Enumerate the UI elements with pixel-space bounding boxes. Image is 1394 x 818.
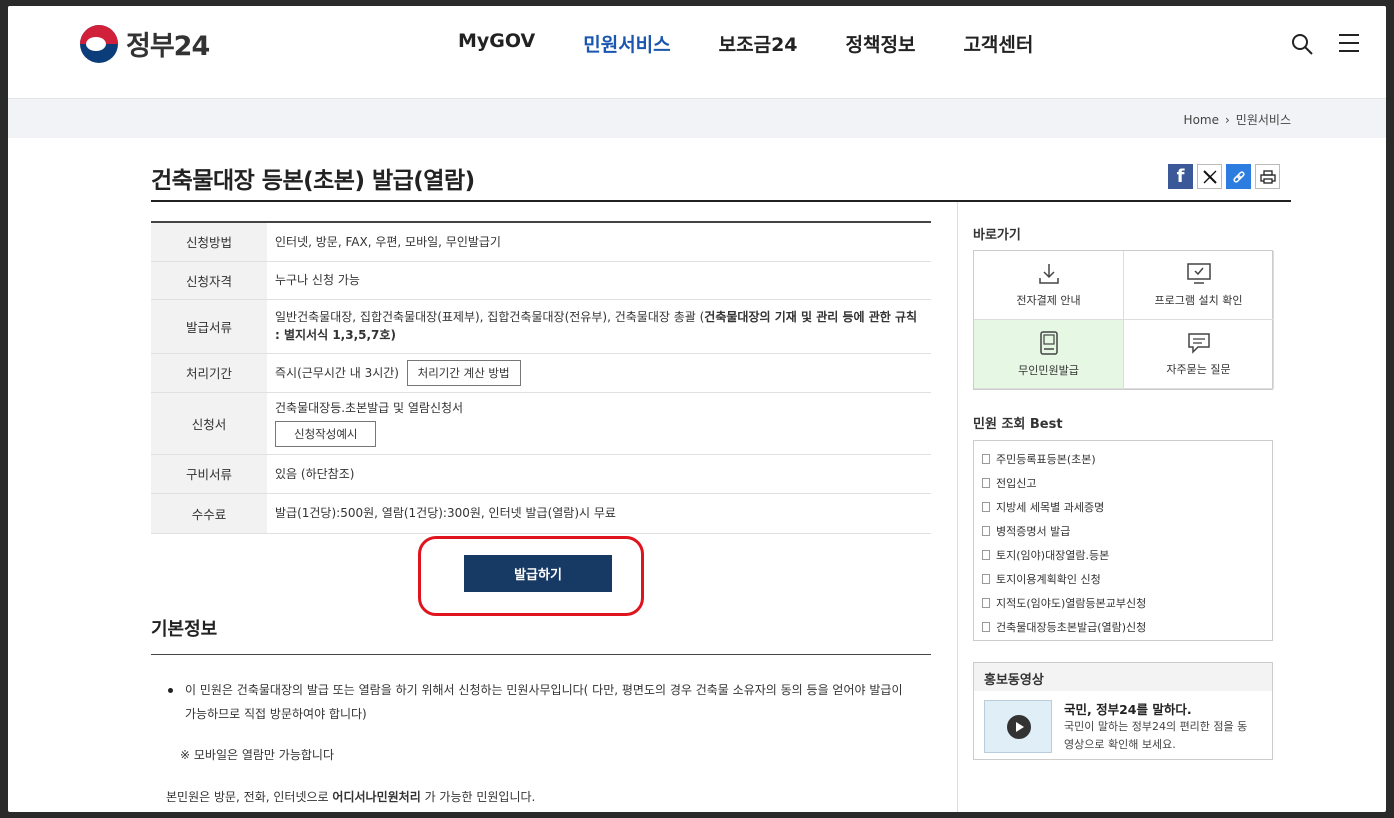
row-value: 일반건축물대장, 집합건축물대장(표제부), 집합건축물대장(전유부), 건축물… bbox=[267, 299, 931, 354]
row-label: 수수료 bbox=[151, 493, 267, 534]
page-title: 건축물대장 등본(초본) 발급(열람) bbox=[151, 168, 475, 194]
monitor-check-icon bbox=[1186, 263, 1211, 284]
row-value: 건축물대장등.초본발급 및 열람신청서 신청작성예시 bbox=[267, 392, 931, 455]
breadcrumb-current[interactable]: 민원서비스 bbox=[1236, 111, 1291, 128]
list-item[interactable]: 지적도(임야도)열람등본교부신청 bbox=[982, 591, 1264, 615]
processing-time-calc-button[interactable]: 처리기간 계산 방법 bbox=[406, 359, 521, 386]
row-label: 신청방법 bbox=[151, 222, 267, 262]
promo-description: 국민이 말하는 정부24의 편리한 점을 동영상으로 확인해 보세요. bbox=[1064, 720, 1248, 751]
site-logo[interactable]: 정부24 bbox=[80, 24, 210, 63]
quick-links-grid: 전자결제 안내 프로그램 설치 확인 무인민원발급 자주묻는 질문 bbox=[973, 250, 1274, 390]
issue-button[interactable]: 발급하기 bbox=[464, 555, 612, 592]
hamburger-menu-icon[interactable] bbox=[1338, 32, 1360, 54]
anywhere-note: 본민원은 방문, 전화, 인터넷으로 어디서나민원처리 가 가능한 민원입니다. bbox=[166, 790, 536, 804]
row-label: 처리기간 bbox=[151, 353, 267, 393]
list-item[interactable]: 토지(임야)대장열람.등본 bbox=[982, 543, 1264, 567]
list-item: 이 민원은 건축물대장의 발급 또는 열람을 하기 위해서 신청하는 민원사무입… bbox=[168, 678, 913, 726]
table-row: 신청서 건축물대장등.초본발급 및 열람신청서 신청작성예시 bbox=[151, 392, 931, 455]
list-item[interactable]: 지방세 세목별 과세증명 bbox=[982, 495, 1264, 519]
nav-customer-center[interactable]: 고객센터 bbox=[963, 30, 1033, 57]
quick-link-program[interactable]: 프로그램 설치 확인 bbox=[1124, 251, 1274, 320]
play-icon[interactable] bbox=[1007, 715, 1031, 739]
table-row: 처리기간 즉시(근무시간 내 3시간) 처리기간 계산 방법 bbox=[151, 353, 931, 393]
link-icon[interactable] bbox=[1226, 164, 1251, 189]
row-value: 즉시(근무시간 내 3시간) 처리기간 계산 방법 bbox=[267, 353, 931, 393]
sidebar-divider bbox=[957, 202, 958, 812]
table-row: 신청자격 누구나 신청 가능 bbox=[151, 261, 931, 300]
service-info-table: 신청방법 인터넷, 방문, FAX, 우편, 모바일, 무인발급기 신청자격 누… bbox=[151, 221, 931, 534]
quick-links-title: 바로가기 bbox=[973, 228, 1021, 243]
basic-info-title: 기본정보 bbox=[151, 619, 218, 640]
kiosk-icon bbox=[1039, 331, 1058, 355]
table-row: 수수료 발급(1건당):500원, 열람(1건당):300원, 인터넷 발급(열… bbox=[151, 493, 931, 534]
list-item[interactable]: 전입신고 bbox=[982, 471, 1264, 495]
chat-bubble-icon bbox=[1187, 333, 1210, 354]
row-value: 인터넷, 방문, FAX, 우편, 모바일, 무인발급기 bbox=[267, 222, 931, 262]
best-list: 주민등록표등본(초본) 전입신고 지방세 세목별 과세증명 병적증명서 발급 토… bbox=[973, 440, 1273, 641]
row-label: 구비서류 bbox=[151, 454, 267, 494]
breadcrumb-bar: Home › 민원서비스 bbox=[8, 98, 1386, 138]
title-divider bbox=[151, 200, 1291, 202]
nav-subsidy[interactable]: 보조금24 bbox=[719, 30, 798, 57]
document-icon bbox=[982, 454, 990, 464]
document-icon bbox=[982, 550, 990, 560]
document-icon bbox=[982, 478, 990, 488]
breadcrumb-home[interactable]: Home bbox=[1184, 113, 1219, 127]
share-toolbar: f bbox=[1168, 164, 1280, 189]
list-item[interactable]: 병적증명서 발급 bbox=[982, 519, 1264, 543]
promo-title: 홍보동영상 bbox=[974, 663, 1272, 691]
document-icon bbox=[982, 598, 990, 608]
basic-info-list: 이 민원은 건축물대장의 발급 또는 열람을 하기 위해서 신청하는 민원사무입… bbox=[168, 678, 913, 726]
application-example-button[interactable]: 신청작성예시 bbox=[275, 421, 377, 447]
browser-frame: 정부24 MyGOV 민원서비스 보조금24 정책정보 고객센터 Home › … bbox=[8, 6, 1386, 812]
row-label: 신청자격 bbox=[151, 261, 267, 300]
logo-text: 정부24 bbox=[126, 31, 210, 62]
list-item[interactable]: 주민등록표등본(초본) bbox=[982, 447, 1264, 471]
mobile-note: ※ 모바일은 열람만 가능합니다 bbox=[180, 748, 334, 762]
taegeuk-logo-icon bbox=[80, 24, 118, 63]
promo-video-box: 홍보동영상 국민, 정부24를 말하다. 국민이 말하는 정부24의 편리한 점… bbox=[973, 662, 1273, 760]
document-icon bbox=[982, 622, 990, 632]
list-item[interactable]: 건축물대장등초본발급(열람)신청 bbox=[982, 615, 1264, 639]
video-thumbnail[interactable] bbox=[984, 700, 1052, 753]
promo-headline[interactable]: 국민, 정부24를 말하다. bbox=[1064, 699, 1192, 718]
table-row: 신청방법 인터넷, 방문, FAX, 우편, 모바일, 무인발급기 bbox=[151, 222, 931, 262]
search-icon[interactable] bbox=[1290, 32, 1314, 56]
quick-link-kiosk[interactable]: 무인민원발급 bbox=[974, 320, 1124, 389]
best-title: 민원 조회 Best bbox=[973, 417, 1063, 432]
basic-info-divider bbox=[151, 654, 931, 655]
document-icon bbox=[982, 526, 990, 536]
nav-mygov[interactable]: MyGOV bbox=[458, 30, 535, 57]
table-row: 구비서류 있음 (하단참조) bbox=[151, 454, 931, 494]
global-header: 정부24 MyGOV 민원서비스 보조금24 정책정보 고객센터 bbox=[8, 6, 1386, 98]
quick-link-faq[interactable]: 자주묻는 질문 bbox=[1124, 320, 1274, 389]
nav-policy[interactable]: 정책정보 bbox=[846, 30, 916, 57]
chevron-right-icon: › bbox=[1224, 112, 1230, 127]
document-icon bbox=[982, 574, 990, 584]
row-value: 누구나 신청 가능 bbox=[267, 261, 931, 300]
nav-civil-service[interactable]: 민원서비스 bbox=[583, 30, 670, 57]
row-value: 있음 (하단참조) bbox=[267, 454, 931, 494]
row-label: 발급서류 bbox=[151, 299, 267, 354]
download-icon bbox=[1038, 264, 1059, 284]
bullet-icon bbox=[168, 688, 173, 693]
main-nav: MyGOV 민원서비스 보조금24 정책정보 고객센터 bbox=[458, 30, 1033, 57]
x-twitter-icon[interactable] bbox=[1197, 164, 1222, 189]
document-icon bbox=[982, 502, 990, 512]
row-label: 신청서 bbox=[151, 392, 267, 455]
table-row: 발급서류 일반건축물대장, 집합건축물대장(표제부), 집합건축물대장(전유부)… bbox=[151, 299, 931, 354]
list-item[interactable]: 토지이용계획확인 신청 bbox=[982, 567, 1264, 591]
breadcrumb: Home › 민원서비스 bbox=[1184, 111, 1291, 128]
facebook-icon[interactable]: f bbox=[1168, 164, 1193, 189]
quick-link-payment[interactable]: 전자결제 안내 bbox=[974, 251, 1124, 320]
print-icon[interactable] bbox=[1255, 164, 1280, 189]
row-value: 발급(1건당):500원, 열람(1건당):300원, 인터넷 발급(열람)시 … bbox=[267, 493, 931, 534]
